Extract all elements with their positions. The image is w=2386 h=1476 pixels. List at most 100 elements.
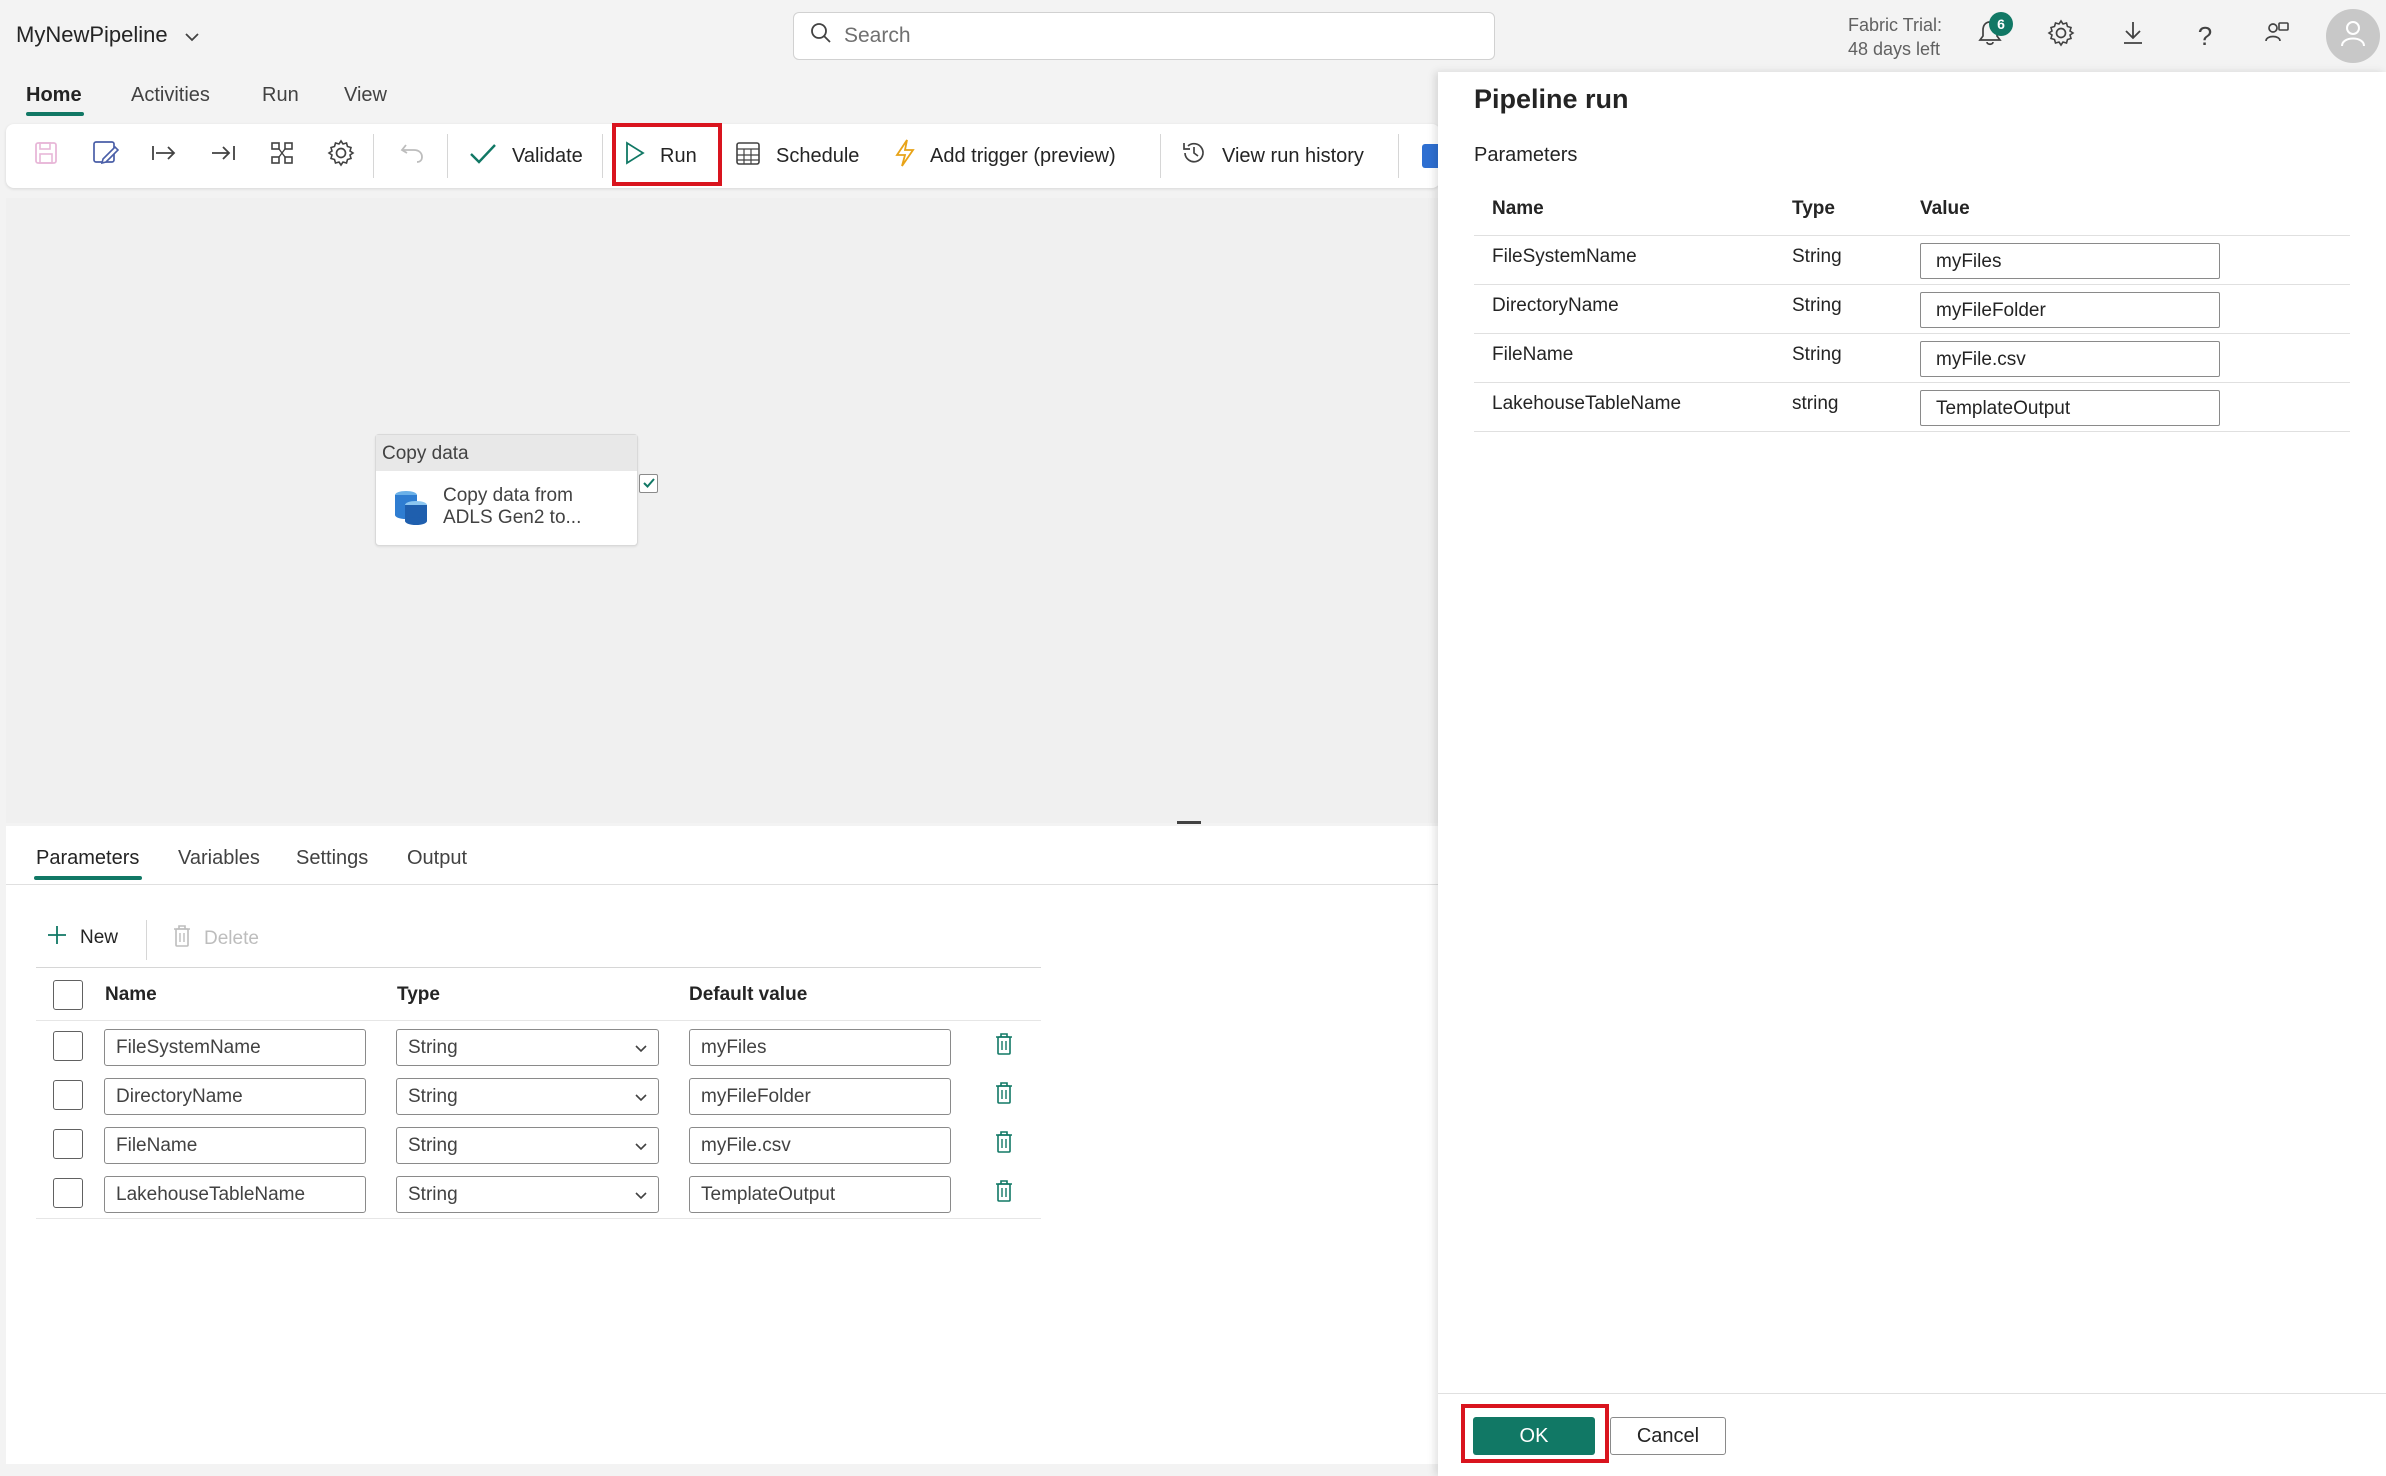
validate-button[interactable]: Validate bbox=[468, 136, 583, 176]
save-as-button[interactable] bbox=[85, 136, 125, 176]
chevron-down-icon bbox=[634, 1184, 648, 1206]
add-trigger-button[interactable]: Add trigger (preview) bbox=[894, 136, 1116, 176]
divider bbox=[146, 920, 147, 960]
parameter-default-field[interactable]: TemplateOutput bbox=[689, 1176, 951, 1213]
divider bbox=[1474, 284, 2350, 285]
checkmark-icon bbox=[642, 473, 656, 495]
arrow-to-end-icon bbox=[209, 143, 237, 169]
checkmark-icon bbox=[468, 141, 498, 171]
column-header-type: Type bbox=[397, 984, 440, 1005]
settings-button[interactable] bbox=[2039, 14, 2083, 58]
download-button[interactable] bbox=[2111, 14, 2155, 58]
parameter-default-field[interactable]: myFileFolder bbox=[689, 1078, 951, 1115]
share-feedback-button[interactable] bbox=[2255, 14, 2299, 58]
save-button[interactable] bbox=[26, 136, 66, 176]
divider bbox=[6, 884, 1440, 885]
active-tab-indicator bbox=[34, 876, 142, 880]
row-checkbox[interactable] bbox=[53, 1080, 83, 1110]
trash-icon bbox=[994, 1081, 1014, 1111]
tab-home[interactable]: Home bbox=[26, 84, 82, 107]
run-param-type: String bbox=[1792, 295, 1842, 316]
parameter-type-select[interactable]: String bbox=[396, 1078, 659, 1115]
search-input[interactable] bbox=[844, 24, 1444, 48]
row-checkbox[interactable] bbox=[53, 1178, 83, 1208]
tab-settings[interactable]: Settings bbox=[296, 847, 368, 870]
validate-label: Validate bbox=[512, 144, 583, 167]
row-checkbox[interactable] bbox=[53, 1129, 83, 1159]
tab-view[interactable]: View bbox=[344, 84, 387, 107]
parameter-type-value: String bbox=[408, 1036, 458, 1058]
run-button-highlight bbox=[612, 123, 722, 186]
pipeline-name: MyNewPipeline bbox=[16, 22, 168, 47]
divider bbox=[1474, 431, 2350, 432]
undo-button[interactable] bbox=[392, 136, 432, 176]
move-to-end-button[interactable] bbox=[203, 136, 243, 176]
panel-title: Pipeline run bbox=[1474, 84, 1629, 114]
pipeline-canvas[interactable] bbox=[6, 198, 1440, 823]
activity-success-checkbox[interactable] bbox=[639, 474, 658, 493]
delete-row-button[interactable] bbox=[991, 1180, 1017, 1208]
delete-row-button[interactable] bbox=[991, 1131, 1017, 1159]
trial-status[interactable]: Fabric Trial: 48 days left bbox=[1848, 13, 1942, 61]
delete-row-button[interactable] bbox=[991, 1033, 1017, 1061]
view-run-history-button[interactable]: View run history bbox=[1180, 136, 1364, 176]
activity-description-line: Copy data from bbox=[443, 485, 573, 506]
divider bbox=[1474, 333, 2350, 334]
parameter-type-select[interactable]: String bbox=[396, 1176, 659, 1213]
tab-output[interactable]: Output bbox=[407, 847, 467, 870]
trash-icon bbox=[994, 1130, 1014, 1160]
run-param-type: string bbox=[1792, 393, 1839, 414]
parameter-type-select[interactable]: String bbox=[396, 1127, 659, 1164]
delete-row-button[interactable] bbox=[991, 1082, 1017, 1110]
toolbar-divider bbox=[1398, 134, 1399, 178]
parameter-name-field[interactable]: LakehouseTableName bbox=[104, 1176, 366, 1213]
delete-parameter-button[interactable]: Delete bbox=[172, 924, 259, 954]
run-param-value-input[interactable]: myFiles bbox=[1920, 243, 2220, 279]
parameter-default-field[interactable]: myFile.csv bbox=[689, 1127, 951, 1164]
search-box[interactable] bbox=[793, 12, 1495, 60]
new-parameter-button[interactable]: New bbox=[46, 924, 118, 952]
tab-run[interactable]: Run bbox=[262, 84, 299, 107]
run-param-type: String bbox=[1792, 246, 1842, 267]
chevron-down-icon bbox=[634, 1135, 648, 1157]
cancel-button[interactable]: Cancel bbox=[1610, 1417, 1726, 1455]
column-header-value: Value bbox=[1920, 198, 1970, 219]
chevron-down-icon bbox=[634, 1037, 648, 1059]
toolbar-divider bbox=[602, 134, 603, 178]
toolbar-divider bbox=[447, 134, 448, 178]
tab-activities[interactable]: Activities bbox=[131, 84, 210, 107]
panel-resize-handle[interactable] bbox=[1177, 821, 1201, 824]
column-header-default-value: Default value bbox=[689, 984, 808, 1005]
run-param-value-input[interactable]: TemplateOutput bbox=[1920, 390, 2220, 426]
run-param-value-input[interactable]: myFileFolder bbox=[1920, 292, 2220, 328]
parameter-name-field[interactable]: FileSystemName bbox=[104, 1029, 366, 1066]
select-all-checkbox[interactable] bbox=[53, 980, 83, 1010]
ok-button[interactable]: OK bbox=[1473, 1417, 1595, 1455]
parameter-default-field[interactable]: myFiles bbox=[689, 1029, 951, 1066]
chevron-down-icon bbox=[184, 22, 200, 48]
add-trigger-label: Add trigger (preview) bbox=[930, 144, 1116, 167]
divider bbox=[36, 1020, 1041, 1021]
help-button[interactable]: ? bbox=[2183, 14, 2227, 58]
divider bbox=[36, 967, 1041, 968]
schedule-button[interactable]: Schedule bbox=[734, 136, 859, 176]
parameter-type-value: String bbox=[408, 1085, 458, 1107]
parameter-type-select[interactable]: String bbox=[396, 1029, 659, 1066]
activity-description: Copy data from ADLS Gen2 to... bbox=[443, 485, 623, 529]
pipeline-settings-button[interactable] bbox=[321, 136, 361, 176]
tab-parameters[interactable]: Parameters bbox=[36, 847, 139, 870]
people-icon bbox=[2263, 19, 2291, 53]
parameter-name-field[interactable]: FileName bbox=[104, 1127, 366, 1164]
auto-align-button[interactable] bbox=[262, 136, 302, 176]
plus-icon bbox=[46, 924, 68, 952]
move-right-button[interactable] bbox=[144, 136, 184, 176]
pipeline-name-dropdown[interactable]: MyNewPipeline bbox=[16, 22, 200, 48]
overflow-app-icon[interactable] bbox=[1422, 144, 1438, 168]
parameter-name-field[interactable]: DirectoryName bbox=[104, 1078, 366, 1115]
run-param-name: FileSystemName bbox=[1492, 246, 1637, 267]
run-param-value-input[interactable]: myFile.csv bbox=[1920, 341, 2220, 377]
row-checkbox[interactable] bbox=[53, 1031, 83, 1061]
tab-variables[interactable]: Variables bbox=[178, 847, 260, 870]
avatar[interactable] bbox=[2326, 9, 2380, 63]
run-param-name: LakehouseTableName bbox=[1492, 393, 1682, 414]
